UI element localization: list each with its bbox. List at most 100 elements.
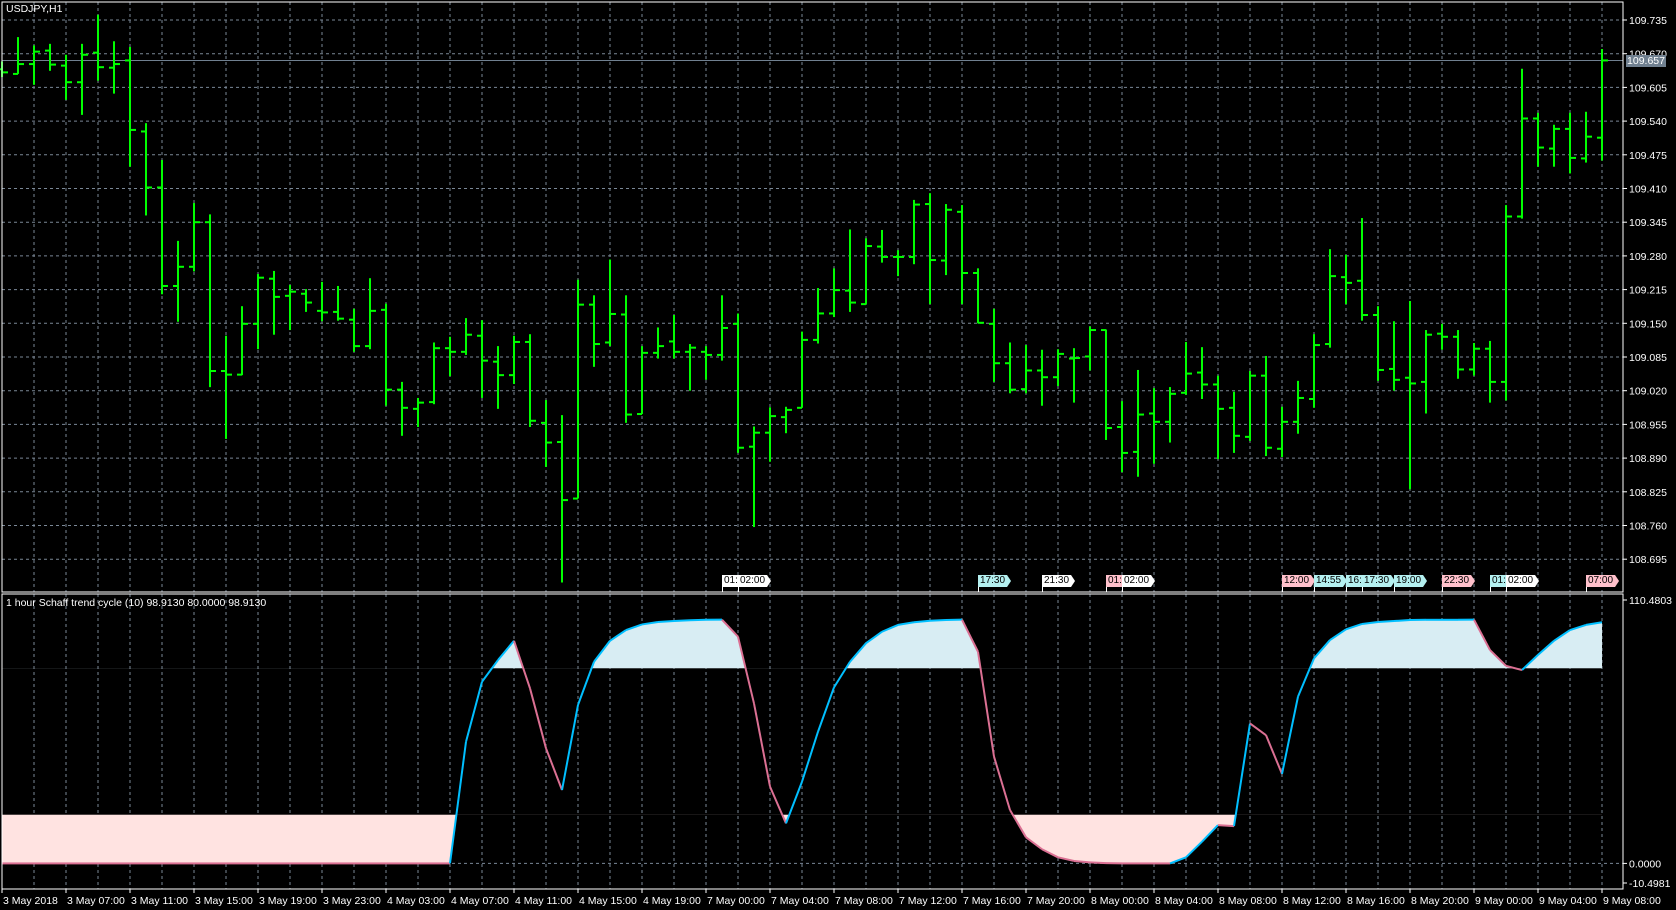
event-marker[interactable]: 14:55 (1314, 575, 1347, 587)
price-axis-label: 108.825 (1629, 487, 1667, 499)
event-marker[interactable]: 02:00 (1506, 575, 1539, 587)
ohlc-bar (797, 331, 808, 409)
ohlc-bar (509, 335, 520, 384)
chart-title: USDJPY,H1 (6, 3, 63, 15)
ohlc-bar (301, 289, 312, 312)
ohlc-bar (1277, 406, 1288, 458)
event-marker-pole (1314, 587, 1315, 592)
ohlc-bar (1357, 218, 1368, 321)
ohlc-bar (1181, 341, 1192, 395)
event-marker-pole (1394, 587, 1395, 592)
stc-line-segment (817, 687, 835, 733)
stc-line-segment (833, 661, 851, 688)
time-axis-label: 9 May 00:00 (1475, 895, 1533, 907)
ohlc-bar (413, 397, 424, 427)
event-marker[interactable]: 12:00 (1282, 575, 1315, 587)
ohlc-bar (1469, 343, 1480, 376)
event-marker[interactable]: 02:00 (738, 575, 771, 587)
ohlc-bar (1021, 345, 1032, 394)
ohlc-bar (0, 61, 8, 78)
event-marker-pole (738, 587, 739, 592)
time-axis-label: 7 May 08:00 (835, 895, 893, 907)
time-axis-label: 7 May 20:00 (1027, 895, 1085, 907)
ohlc-bar (1005, 342, 1016, 394)
ohlc-bar (1149, 388, 1160, 464)
time-axis-label: 3 May 07:00 (67, 895, 125, 907)
event-marker-pole (1442, 587, 1443, 592)
stc-line-segment (1297, 657, 1315, 697)
event-marker[interactable]: 22:30 (1442, 575, 1475, 587)
chart-canvas[interactable]: 109.735109.670109.605109.540109.475109.4… (0, 0, 1676, 910)
ohlc-bar (1245, 370, 1256, 441)
event-marker-pole (1346, 587, 1347, 592)
ohlc-bar (813, 288, 824, 344)
time-axis-label: 3 May 15:00 (195, 895, 253, 907)
ohlc-bar (317, 281, 328, 322)
event-marker[interactable]: 17:30 (978, 575, 1011, 587)
event-marker[interactable]: 21:30 (1042, 575, 1075, 587)
ohlc-bar (765, 407, 776, 462)
ohlc-bar (653, 327, 664, 359)
ohlc-bar (541, 400, 552, 467)
price-axis-label: 108.760 (1629, 521, 1667, 533)
event-marker[interactable]: 19:00 (1394, 575, 1427, 587)
ohlc-bar (877, 229, 888, 263)
ohlc-bar (1213, 375, 1224, 460)
ohlc-bar (781, 406, 792, 434)
ohlc-bar (269, 270, 280, 335)
ohlc-bar (29, 45, 40, 85)
stc-line-segment (769, 786, 787, 824)
price-axis-label: 109.150 (1629, 318, 1667, 330)
ohlc-bar (125, 46, 136, 167)
ohlc-bar (157, 159, 168, 295)
stc-line-segment (529, 688, 547, 749)
ohlc-bar (1405, 301, 1416, 490)
time-axis-label: 8 May 20:00 (1411, 895, 1469, 907)
ohlc-bar (349, 308, 360, 352)
time-axis-label: 9 May 08:00 (1603, 895, 1661, 907)
event-marker-pole (1586, 587, 1587, 592)
ohlc-bar (429, 342, 440, 405)
event-marker-pole (1490, 587, 1491, 592)
ohlc-bar (1133, 369, 1144, 477)
ohlc-bar (45, 43, 56, 71)
ohlc-bar (1117, 401, 1128, 473)
stc-line-segment (1281, 696, 1299, 775)
time-axis-label: 7 May 04:00 (771, 895, 829, 907)
ohlc-bar (1085, 326, 1096, 371)
price-axis-label: 108.695 (1629, 554, 1667, 566)
price-axis-label: 109.735 (1629, 15, 1667, 27)
indicator-axis-label: 110.4803 (1629, 595, 1672, 607)
event-marker[interactable]: 17:30 (1362, 575, 1395, 587)
mt4-chart-window[interactable]: 109.735109.670109.605109.540109.475109.4… (0, 0, 1676, 910)
time-axis-label: 4 May 03:00 (387, 895, 445, 907)
event-marker-pole (1282, 587, 1283, 592)
price-axis-label: 109.020 (1629, 386, 1667, 398)
time-axis-label: 7 May 16:00 (963, 895, 1021, 907)
stc-line-segment (801, 731, 819, 783)
stc-line-segment (465, 681, 483, 742)
event-marker[interactable]: 07:00 (1586, 575, 1619, 587)
ohlc-bar (189, 203, 200, 272)
time-axis-label: 8 May 08:00 (1219, 895, 1277, 907)
event-marker-pole (1042, 587, 1043, 592)
ohlc-bar (493, 346, 504, 409)
ohlc-bar (637, 346, 648, 416)
ohlc-bar (253, 274, 264, 350)
time-axis-label: 4 May 07:00 (451, 895, 509, 907)
ohlc-bar (1165, 387, 1176, 443)
ohlc-bar (861, 238, 872, 306)
time-axis-label: 7 May 12:00 (899, 895, 957, 907)
ohlc-bar (13, 37, 24, 75)
ohlc-bar (669, 315, 680, 359)
ohlc-bar (1325, 249, 1336, 348)
time-axis-label: 3 May 11:00 (131, 895, 188, 907)
time-axis-label: 3 May 2018 (3, 895, 58, 907)
ohlc-bar (1565, 112, 1576, 174)
ohlc-bar (1197, 347, 1208, 399)
time-axis-label: 7 May 00:00 (707, 895, 765, 907)
stc-line-segment (1089, 861, 1107, 865)
event-marker-pole (1106, 587, 1107, 592)
ohlc-bar (1229, 391, 1240, 453)
event-marker[interactable]: 02:00 (1122, 575, 1155, 587)
